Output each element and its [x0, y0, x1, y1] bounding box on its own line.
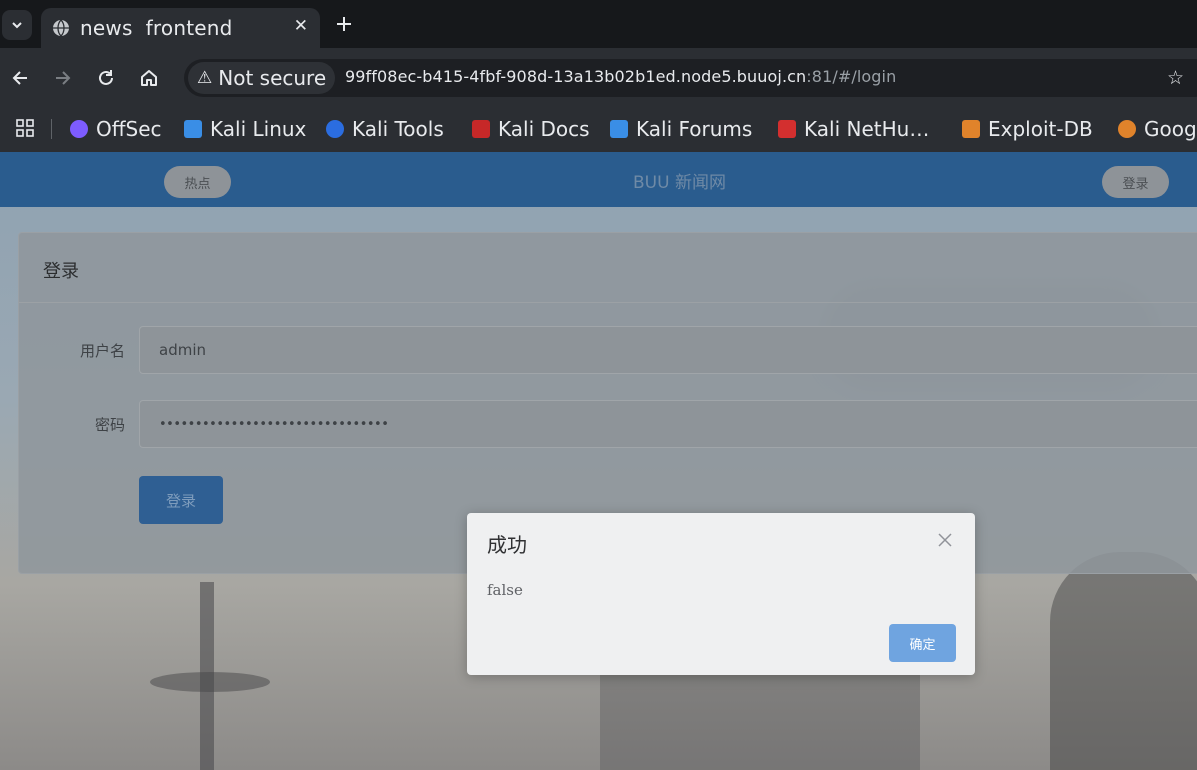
message-box: 成功 false 确定 [467, 513, 975, 675]
new-tab-button[interactable] [333, 13, 355, 35]
tab-title: news frontend [80, 16, 233, 40]
message-box-text: false [487, 581, 523, 599]
google-icon [1118, 120, 1136, 138]
browser-tab[interactable]: news frontend ✕ [41, 8, 320, 48]
confirm-button[interactable]: 确定 [889, 624, 956, 662]
bookmark-label: Kali NetHu… [804, 117, 930, 141]
bookmark-kali-docs[interactable]: Kali Docs [472, 116, 590, 142]
bookmark-kali-nethunter[interactable]: Kali NetHu… [778, 116, 929, 142]
back-button[interactable] [9, 67, 31, 89]
apps-grid-icon[interactable] [16, 119, 34, 137]
home-button[interactable] [138, 67, 160, 89]
kali-docs-icon [472, 120, 490, 138]
forward-button[interactable] [52, 67, 74, 89]
bookmark-label: Kali Linux [210, 117, 307, 141]
plus-icon [337, 17, 351, 31]
bookmark-label: Kali Docs [498, 117, 590, 141]
bookmark-label: Kali Forums [636, 117, 753, 141]
bookmark-kali-forums[interactable]: Kali Forums [610, 116, 752, 142]
kali-forums-icon [610, 120, 628, 138]
url-text[interactable]: 99ff08ec-b415-4fbf-908d-13a13b02b1ed.nod… [345, 67, 896, 86]
reload-icon [99, 70, 113, 85]
bookmark-google[interactable]: Goog [1118, 116, 1197, 142]
tab-close-icon[interactable]: ✕ [294, 16, 308, 36]
reload-button[interactable] [95, 67, 117, 89]
bookmark-kali-tools[interactable]: Kali Tools [326, 116, 444, 142]
kali-tools-icon [326, 120, 344, 138]
close-icon[interactable] [937, 532, 953, 548]
url-path: :81/#/login [806, 67, 897, 86]
bookmark-kali-linux[interactable]: Kali Linux [184, 116, 306, 142]
chevron-down-icon [12, 22, 22, 29]
bookmark-label: Kali Tools [352, 117, 444, 141]
arrow-left-icon [12, 71, 27, 85]
bookmarks-separator [51, 119, 52, 139]
address-bar[interactable]: ⚠ Not secure 99ff08ec-b415-4fbf-908d-13a… [184, 59, 1197, 97]
bookmark-label: OffSec [96, 117, 162, 141]
warning-icon: ⚠ [197, 68, 213, 88]
home-icon [141, 70, 157, 86]
web-page: 热点 BUU 新闻网 登录 登录 用户名 admin 密码 ••••••••••… [0, 152, 1197, 770]
bookmark-label: Exploit-DB [988, 117, 1093, 141]
bookmark-label: Goog [1144, 117, 1197, 141]
offsec-icon [70, 120, 88, 138]
browser-toolbar: ⚠ Not secure 99ff08ec-b415-4fbf-908d-13a… [0, 48, 1197, 106]
url-host: 99ff08ec-b415-4fbf-908d-13a13b02b1ed.nod… [345, 67, 807, 86]
modal-overlay [0, 152, 1197, 770]
kali-nethunter-icon [778, 120, 796, 138]
bookmark-star-icon[interactable]: ☆ [1167, 67, 1184, 89]
globe-icon [52, 19, 70, 37]
security-label: Not secure [218, 66, 327, 90]
kali-dragon-icon [184, 120, 202, 138]
security-indicator[interactable]: ⚠ Not secure [188, 62, 336, 94]
bookmark-exploit-db[interactable]: Exploit-DB [962, 116, 1093, 142]
tab-search-button[interactable] [2, 10, 32, 40]
bookmark-offsec[interactable]: OffSec [70, 116, 162, 142]
arrow-right-icon [56, 71, 71, 85]
exploit-db-icon [962, 120, 980, 138]
message-box-title: 成功 [487, 533, 527, 557]
tab-strip: news frontend ✕ [0, 0, 1197, 48]
bookmarks-bar: OffSec Kali Linux Kali Tools Kali Docs K… [0, 106, 1197, 152]
